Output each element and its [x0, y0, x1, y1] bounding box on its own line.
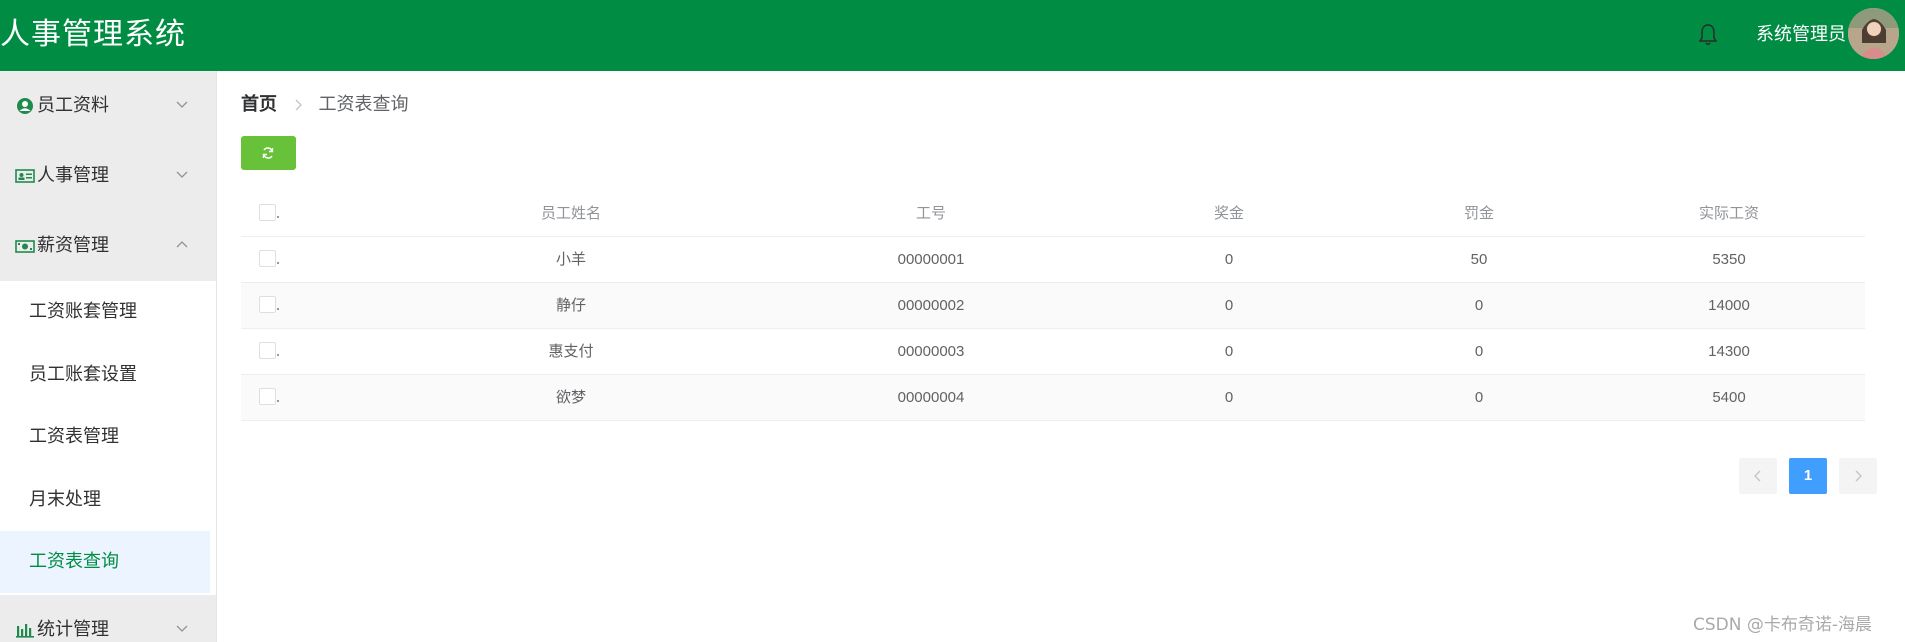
menu-group-employee-info[interactable]: 员工资料: [0, 71, 216, 141]
breadcrumb: 首页 工资表查询: [241, 94, 408, 116]
user-name[interactable]: 系统管理员: [1756, 24, 1846, 46]
page-number-button[interactable]: 1: [1789, 458, 1827, 494]
cell-fine: 0: [1474, 389, 1484, 406]
select-all-checkbox[interactable]: [259, 204, 276, 221]
cell-bonus: 0: [1224, 297, 1234, 314]
column-header-actual-salary[interactable]: 实际工资: [1629, 191, 1829, 236]
table-row[interactable]: 欲梦 00000004 0 0 5400: [241, 375, 1865, 421]
sidebar-item-salary-sheet-query[interactable]: 工资表查询: [0, 531, 210, 593]
menu-group-salary-management[interactable]: 薪资管理: [0, 211, 216, 281]
cell-name: 静仔: [555, 297, 586, 314]
cell-fine: 0: [1474, 297, 1484, 314]
checkbox-dot: [277, 400, 279, 402]
top-header: 人事管理系统 系统管理员: [0, 0, 1905, 71]
menu-group-label: 统计管理: [37, 619, 109, 640]
table-header-row: 员工姓名 工号 奖金 罚金 实际工资: [241, 191, 1865, 237]
menu-group-label: 员工资料: [37, 95, 109, 116]
sidebar-item-label: 工资账套管理: [29, 301, 137, 322]
sidebar-item-label: 员工账套设置: [29, 364, 137, 385]
cell-name: 欲梦: [555, 389, 586, 406]
breadcrumb-home[interactable]: 首页: [241, 94, 277, 115]
checkbox-dot: [277, 216, 279, 218]
row-checkbox[interactable]: [259, 342, 276, 359]
app-title: 人事管理系统: [0, 17, 186, 52]
salary-submenu: 工资账套管理 员工账套设置 工资表管理 月末处理 工资表查询: [0, 281, 216, 595]
bar-chart-icon: [16, 624, 34, 638]
chevron-right-icon: [295, 99, 302, 111]
bell-icon[interactable]: [1696, 22, 1720, 48]
user-circle-icon: [17, 98, 33, 114]
prev-page-button[interactable]: [1739, 458, 1777, 494]
checkbox-dot: [277, 308, 279, 310]
sidebar-item-label: 工资表管理: [29, 426, 119, 447]
table-row[interactable]: 静仔 00000002 0 0 14000: [241, 283, 1865, 329]
checkbox-dot: [277, 354, 279, 356]
cell-actual-salary: 5350: [1712, 251, 1746, 268]
breadcrumb-current: 工资表查询: [318, 94, 409, 115]
cell-bonus: 0: [1224, 389, 1234, 406]
sidebar-item-month-end-processing[interactable]: 月末处理: [0, 469, 210, 531]
chevron-left-icon: [1754, 470, 1761, 482]
cell-actual-salary: 14000: [1708, 297, 1750, 314]
avatar[interactable]: [1848, 8, 1899, 59]
column-header-fine[interactable]: 罚金: [1379, 191, 1579, 236]
cell-actual-salary: 14300: [1708, 343, 1750, 360]
next-page-button[interactable]: [1839, 458, 1877, 494]
sidebar-item-employee-account-settings[interactable]: 员工账套设置: [0, 344, 210, 406]
cell-name: 惠支付: [548, 343, 594, 360]
refresh-button[interactable]: [241, 136, 296, 170]
cell-work-no: 00000001: [897, 251, 965, 268]
cell-work-no: 00000002: [897, 297, 965, 314]
cell-work-no: 00000004: [897, 389, 965, 406]
cell-bonus: 0: [1224, 251, 1234, 268]
table-row[interactable]: 惠支付 00000003 0 0 14300: [241, 329, 1865, 375]
watermark: CSDN @卡布奇诺-海晨: [1693, 615, 1873, 635]
column-header-bonus[interactable]: 奖金: [1129, 191, 1329, 236]
id-card-icon: [15, 169, 35, 183]
chevron-down-icon: [176, 171, 188, 178]
sidebar: 员工资料 人事管理 薪资管理 工资账套管理 员工账套设置 工资表管理 月末处理 …: [0, 71, 217, 642]
refresh-icon: [262, 147, 274, 159]
menu-group-label: 人事管理: [37, 165, 109, 186]
cell-bonus: 0: [1224, 343, 1234, 360]
salary-table: 员工姓名 工号 奖金 罚金 实际工资 小羊 00000001 0 50 5350…: [241, 191, 1865, 421]
row-checkbox[interactable]: [259, 250, 276, 267]
money-icon: [15, 240, 35, 253]
sidebar-item-label: 月末处理: [29, 489, 101, 510]
menu-group-label: 薪资管理: [37, 235, 109, 256]
cell-work-no: 00000003: [897, 343, 965, 360]
chevron-down-icon: [176, 101, 188, 108]
checkbox-dot: [277, 262, 279, 264]
sidebar-item-salary-account-management[interactable]: 工资账套管理: [0, 281, 210, 343]
cell-fine: 50: [1470, 251, 1488, 268]
table-row[interactable]: 小羊 00000001 0 50 5350: [241, 237, 1865, 283]
menu-group-statistics-management[interactable]: 统计管理: [0, 595, 216, 642]
sidebar-item-salary-sheet-management[interactable]: 工资表管理: [0, 406, 210, 468]
column-header-name[interactable]: 员工姓名: [421, 191, 721, 236]
cell-actual-salary: 5400: [1712, 389, 1746, 406]
row-checkbox[interactable]: [259, 388, 276, 405]
column-header-work-no[interactable]: 工号: [831, 191, 1031, 236]
sidebar-item-label: 工资表查询: [29, 551, 119, 572]
cell-fine: 0: [1474, 343, 1484, 360]
chevron-up-icon: [176, 241, 188, 248]
row-checkbox[interactable]: [259, 296, 276, 313]
chevron-down-icon: [176, 625, 188, 632]
menu-group-hr-management[interactable]: 人事管理: [0, 141, 216, 211]
cell-name: 小羊: [555, 251, 586, 268]
chevron-right-icon: [1855, 470, 1862, 482]
